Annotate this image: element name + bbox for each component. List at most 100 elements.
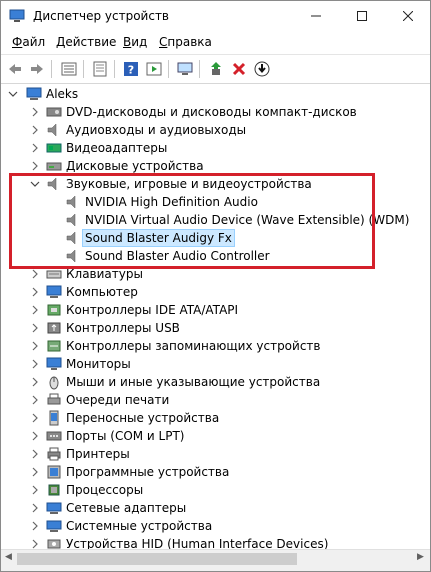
tree-item[interactable]: Аудиовходы и аудиовыходы (1, 121, 430, 139)
expand-chevron-icon[interactable] (29, 124, 41, 136)
tree-item[interactable]: Мыши и иные указывающие устройства (1, 373, 430, 391)
tree-item[interactable]: Мониторы (1, 355, 430, 373)
monitor-icon (46, 357, 62, 370)
tree-item-label: Порты (COM и LPT) (66, 429, 185, 443)
scroll-left-icon[interactable]: ◀ (5, 552, 12, 562)
properties-button[interactable] (89, 58, 111, 80)
window-title: Диспетчер устройств (33, 9, 170, 23)
tree-item-label: Сетевые адаптеры (66, 501, 187, 515)
show-hidden-button[interactable] (143, 58, 165, 80)
tree-item[interactable]: Программные устройства (1, 463, 430, 481)
forward-arrow-icon (31, 64, 43, 74)
expand-chevron-icon[interactable] (29, 448, 41, 460)
tree-item-label: Видеоадаптеры (66, 141, 168, 155)
maximize-button[interactable] (339, 1, 385, 31)
scroll-right-icon[interactable]: ▶ (417, 552, 424, 562)
tree-item[interactable]: Контроллеры IDE ATA/ATAPI (1, 301, 430, 319)
back-arrow-icon (9, 64, 21, 74)
tree-item-label: Мыши и иные указывающие устройства (66, 375, 321, 389)
expand-chevron-icon[interactable] (29, 412, 41, 424)
tree-item[interactable]: Компьютер (1, 283, 430, 301)
expand-chevron-icon[interactable] (29, 268, 41, 280)
red-x-icon (232, 62, 246, 76)
tree-item-label: Устройства HID (Human Interface Devices) (66, 537, 329, 549)
expand-chevron-icon[interactable] (29, 322, 41, 334)
menu-help[interactable]: Справка (159, 35, 212, 49)
portable-device-icon (49, 410, 59, 426)
play-window-icon (146, 62, 162, 76)
expand-chevron-icon[interactable] (29, 502, 41, 514)
tree-item[interactable]: Очереди печати (1, 391, 430, 409)
tree-item-label: Компьютер (66, 285, 138, 299)
horizontal-scrollbar[interactable]: ◀ ▶ (1, 549, 430, 568)
tree-item[interactable]: Контроллеры запоминающих устройств (1, 337, 430, 355)
disk-drive-icon (46, 162, 62, 171)
mouse-icon (49, 376, 59, 390)
forward-button[interactable] (26, 58, 48, 80)
tree-item-label: Контроллеры запоминающих устройств (66, 339, 321, 353)
scan-hardware-button[interactable] (174, 58, 196, 80)
tree-root-label: Aleks (46, 87, 79, 101)
device-manager-window: Диспетчер устройств Файл Действие Вид Сп… (0, 0, 431, 572)
expand-chevron-icon[interactable] (29, 466, 41, 478)
collapse-chevron-icon[interactable] (7, 88, 19, 100)
scrollbar-thumb[interactable] (17, 553, 297, 565)
tree-item-label: Мониторы (66, 357, 131, 371)
title-bar: Диспетчер устройств (1, 1, 430, 31)
hid-icon (47, 539, 61, 549)
tree-item[interactable]: Системные устройства (1, 517, 430, 535)
expand-chevron-icon[interactable] (29, 286, 41, 298)
tree-item[interactable]: Сетевые адаптеры (1, 499, 430, 517)
device-tree[interactable]: Aleks DVD-дисководы и дисководы компакт-… (1, 83, 430, 549)
monitor-scan-icon (177, 62, 193, 75)
software-device-icon (47, 465, 61, 479)
tree-item[interactable]: Принтеры (1, 445, 430, 463)
tree-root[interactable]: Aleks (1, 85, 430, 103)
speaker-icon (47, 123, 57, 137)
tree-item[interactable]: Видеоадаптеры (1, 139, 430, 157)
expand-chevron-icon[interactable] (29, 106, 41, 118)
menu-view[interactable]: Вид (123, 35, 147, 49)
tree-item[interactable]: Переносные устройства (1, 409, 430, 427)
toolbar-separator (83, 60, 84, 78)
expand-chevron-icon[interactable] (29, 358, 41, 370)
expand-chevron-icon[interactable] (29, 520, 41, 532)
menu-file[interactable]: Файл (12, 35, 45, 49)
tree-item[interactable]: Контроллеры USB (1, 319, 430, 337)
back-button[interactable] (4, 58, 26, 80)
list-view-icon (61, 62, 77, 76)
download-driver-button[interactable] (251, 58, 273, 80)
print-queue-icon (47, 393, 61, 405)
expand-chevron-icon[interactable] (29, 376, 41, 388)
tree-item-label: DVD-дисководы и дисководы компакт-дисков (66, 105, 357, 119)
close-button[interactable] (385, 1, 431, 31)
help-icon: ? (124, 62, 138, 77)
help-button[interactable]: ? (120, 58, 142, 80)
menu-action[interactable]: Действие (56, 35, 116, 49)
expand-chevron-icon[interactable] (29, 484, 41, 496)
tree-item[interactable]: Устройства HID (Human Interface Devices) (1, 535, 430, 549)
tree-item[interactable]: Процессоры (1, 481, 430, 499)
update-driver-button[interactable] (205, 58, 227, 80)
usb-icon (47, 322, 61, 334)
tree-item[interactable]: DVD-дисководы и дисководы компакт-дисков (1, 103, 430, 121)
uninstall-device-button[interactable] (228, 58, 250, 80)
minimize-icon (311, 15, 321, 17)
computer-icon (46, 285, 62, 298)
processor-icon (48, 484, 60, 496)
expand-chevron-icon[interactable] (29, 340, 41, 352)
expand-chevron-icon[interactable] (29, 394, 41, 406)
tree-item[interactable]: Порты (COM и LPT) (1, 427, 430, 445)
expand-chevron-icon[interactable] (29, 142, 41, 154)
expand-chevron-icon[interactable] (29, 160, 41, 172)
expand-chevron-icon[interactable] (29, 304, 41, 316)
device-list-button[interactable] (58, 58, 80, 80)
menu-bar: Файл Действие Вид Справка (1, 32, 430, 52)
expand-chevron-icon[interactable] (29, 538, 41, 549)
network-adapter-icon (46, 502, 62, 514)
minimize-button[interactable] (293, 1, 339, 31)
toolbar-separator (51, 60, 52, 78)
expand-chevron-icon[interactable] (29, 430, 41, 442)
tree-item-label: Очереди печати (66, 393, 170, 407)
tree-item-label: Программные устройства (66, 465, 230, 479)
